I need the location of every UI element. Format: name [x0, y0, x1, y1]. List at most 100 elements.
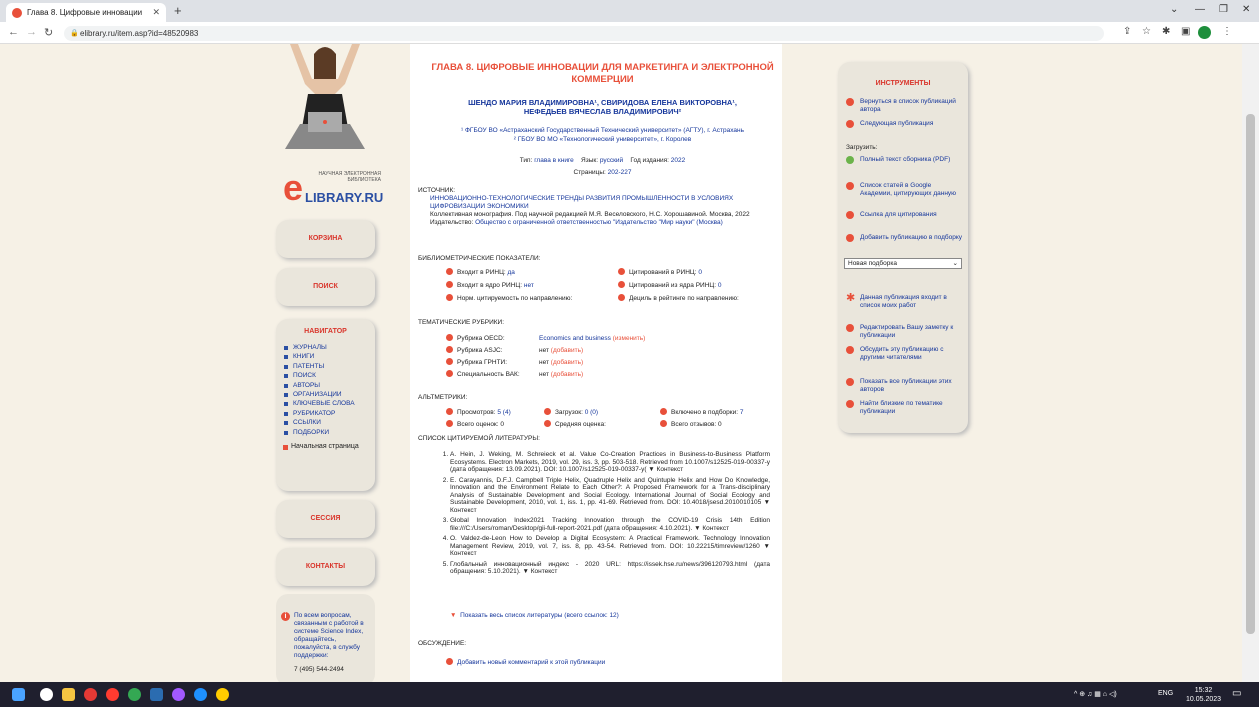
- nav-item-patents[interactable]: ПАТЕНТЫ: [282, 362, 369, 371]
- chrome-icon[interactable]: [128, 688, 141, 701]
- app-icon[interactable]: [172, 688, 185, 701]
- rinc-value[interactable]: да: [508, 269, 515, 276]
- clock[interactable]: 15:32 10.05.2023: [1186, 686, 1221, 704]
- find-similar[interactable]: Найти близкие по тематике публикации: [846, 400, 964, 415]
- vertical-scrollbar[interactable]: [1242, 44, 1259, 682]
- my-works-note[interactable]: ✱ Данная публикация входит в список моих …: [846, 293, 964, 309]
- extensions-icon[interactable]: ✱: [1162, 26, 1170, 37]
- core-citations-value[interactable]: 0: [718, 282, 722, 289]
- help-icon[interactable]: [446, 358, 453, 365]
- elibrary-logo[interactable]: НАУЧНАЯ ЭЛЕКТРОННАЯ БИБЛИОТЕКА e LIBRARY…: [283, 168, 393, 218]
- add-to-collection[interactable]: Добавить публикацию в подборку: [846, 234, 964, 242]
- collection-select[interactable]: Новая подборка ⌄: [844, 258, 962, 269]
- help-icon[interactable]: [446, 294, 453, 301]
- language-indicator[interactable]: ENG: [1158, 690, 1173, 697]
- edge-icon[interactable]: [194, 688, 207, 701]
- menu-icon[interactable]: ⋮: [1222, 26, 1232, 37]
- word-icon[interactable]: [150, 688, 163, 701]
- windows-start-icon[interactable]: [12, 688, 25, 701]
- file-explorer-icon[interactable]: [62, 688, 75, 701]
- help-icon[interactable]: [446, 420, 453, 427]
- help-icon[interactable]: [446, 408, 453, 415]
- side-panel-icon[interactable]: ▣: [1181, 26, 1190, 37]
- affiliation-2[interactable]: ² ГБОУ ВО МО «Технологический университе…: [430, 135, 775, 144]
- nav-item-search[interactable]: ПОИСК: [282, 371, 369, 380]
- reload-icon[interactable]: ↻: [44, 26, 53, 39]
- scrollbar-thumb[interactable]: [1246, 114, 1255, 634]
- show-author-publications[interactable]: Показать все публикации этих авторов: [846, 378, 964, 393]
- nav-item-links[interactable]: ССЫЛКИ: [282, 418, 369, 427]
- asjc-add-link[interactable]: (добавить): [551, 347, 583, 354]
- google-scholar-citing[interactable]: Список статей в Google Академии, цитирую…: [846, 182, 964, 197]
- add-comment-link[interactable]: Добавить новый комментарий к этой публик…: [457, 659, 605, 666]
- help-icon[interactable]: [446, 370, 453, 377]
- core-value[interactable]: нет: [524, 282, 534, 289]
- tab-list-icon[interactable]: ⌄: [1170, 4, 1178, 15]
- oecd-value[interactable]: Economics and business: [539, 335, 611, 342]
- show-all-references-link[interactable]: Показать весь список литературы (всего с…: [460, 612, 619, 619]
- new-tab-icon[interactable]: +: [174, 3, 182, 18]
- nav-item-journals[interactable]: ЖУРНАЛЫ: [282, 343, 369, 352]
- nav-item-authors[interactable]: АВТОРЫ: [282, 381, 369, 390]
- nav-item-rubricator[interactable]: РУБРИКАТОР: [282, 409, 369, 418]
- reference-item[interactable]: O. Valdez-de-Leon How to Develop a Digit…: [450, 535, 770, 558]
- help-icon[interactable]: [446, 268, 453, 275]
- help-icon[interactable]: [618, 268, 625, 275]
- discuss-publication[interactable]: Обсудить эту публикацию с другими читате…: [846, 346, 964, 361]
- search-button[interactable]: ПОИСК: [276, 268, 375, 306]
- help-icon[interactable]: [544, 408, 551, 415]
- search-icon[interactable]: [40, 688, 53, 701]
- grnti-add-link[interactable]: (добавить): [551, 359, 583, 366]
- help-icon[interactable]: [446, 281, 453, 288]
- bookmark-star-icon[interactable]: ☆: [1142, 26, 1151, 37]
- share-icon[interactable]: ⇪: [1123, 26, 1131, 37]
- citations-value[interactable]: 0: [698, 269, 702, 276]
- yandex-icon[interactable]: [84, 688, 97, 701]
- nav-item-collections[interactable]: ПОДБОРКИ: [282, 428, 369, 437]
- reference-item[interactable]: Глобальный инновационный индекс - 2020 U…: [450, 561, 770, 576]
- help-icon[interactable]: [618, 294, 625, 301]
- nav-item-keywords[interactable]: КЛЮЧЕВЫЕ СЛОВА: [282, 399, 369, 408]
- browser-tab[interactable]: Глава 8. Цифровые инновации ✕: [6, 3, 166, 22]
- show-all-references[interactable]: ▼ Показать весь список литературы (всего…: [450, 612, 619, 619]
- system-tray-icons[interactable]: ^ ⊕ ♫ ▦ ⌂ ◁): [1074, 690, 1117, 698]
- next-publication[interactable]: Следующая публикация: [846, 120, 964, 128]
- notifications-icon[interactable]: ▭: [1232, 688, 1241, 699]
- back-to-author-list[interactable]: Вернуться в список публикаций автора: [846, 98, 964, 113]
- publisher-link[interactable]: Общество с ограниченной ответственностью…: [475, 219, 723, 226]
- reference-item[interactable]: A. Hein, J. Weking, M. Schreieck et al. …: [450, 451, 770, 474]
- back-icon[interactable]: ←: [8, 26, 19, 38]
- nav-item-books[interactable]: КНИГИ: [282, 352, 369, 361]
- contacts-button[interactable]: КОНТАКТЫ: [276, 548, 375, 586]
- vak-add-link[interactable]: (добавить): [551, 371, 583, 378]
- reference-item[interactable]: E. Carayannis, D.F.J. Campbell Triple He…: [450, 477, 770, 515]
- nav-item-organizations[interactable]: ОРГАНИЗАЦИИ: [282, 390, 369, 399]
- article-authors[interactable]: ШЕНДО МАРИЯ ВЛАДИМИРОВНА¹, СВИРИДОВА ЕЛЕ…: [450, 98, 755, 116]
- yandex-browser-icon[interactable]: [216, 688, 229, 701]
- add-comment[interactable]: Добавить новый комментарий к этой публик…: [446, 658, 605, 666]
- forward-icon[interactable]: →: [26, 26, 37, 38]
- oecd-change-link[interactable]: (изменить): [613, 335, 646, 342]
- source-title-link[interactable]: ИННОВАЦИОННО-ТЕХНОЛОГИЧЕСКИЕ ТРЕНДЫ РАЗВ…: [430, 195, 733, 210]
- reference-item[interactable]: Global Innovation Index2021 Tracking Inn…: [450, 517, 770, 532]
- help-icon[interactable]: [660, 420, 667, 427]
- close-tab-icon[interactable]: ✕: [152, 7, 160, 18]
- cart-button[interactable]: КОРЗИНА: [276, 220, 375, 258]
- edit-note[interactable]: Редактировать Вашу заметку к публикации: [846, 324, 964, 339]
- citation-link[interactable]: Ссылка для цитирования: [846, 211, 964, 219]
- opera-icon[interactable]: [106, 688, 119, 701]
- close-window-icon[interactable]: ✕: [1242, 4, 1250, 15]
- maximize-icon[interactable]: ❐: [1219, 4, 1228, 15]
- home-page-link[interactable]: Начальная страница: [282, 443, 369, 451]
- help-icon[interactable]: [618, 281, 625, 288]
- included-value[interactable]: 7: [740, 409, 744, 416]
- views-value[interactable]: 5 (4): [497, 409, 510, 416]
- profile-avatar[interactable]: [1198, 26, 1211, 39]
- help-icon[interactable]: [544, 420, 551, 427]
- fulltext-pdf[interactable]: Полный текст сборника (PDF): [846, 156, 964, 164]
- help-icon[interactable]: [660, 408, 667, 415]
- url-field[interactable]: 🔒 elibrary.ru/item.asp?id=48520983: [64, 26, 1104, 41]
- support-text[interactable]: По всем вопросам, связанным с работой в …: [294, 612, 370, 660]
- downloads-value[interactable]: 0 (0): [585, 409, 598, 416]
- help-icon[interactable]: [446, 334, 453, 341]
